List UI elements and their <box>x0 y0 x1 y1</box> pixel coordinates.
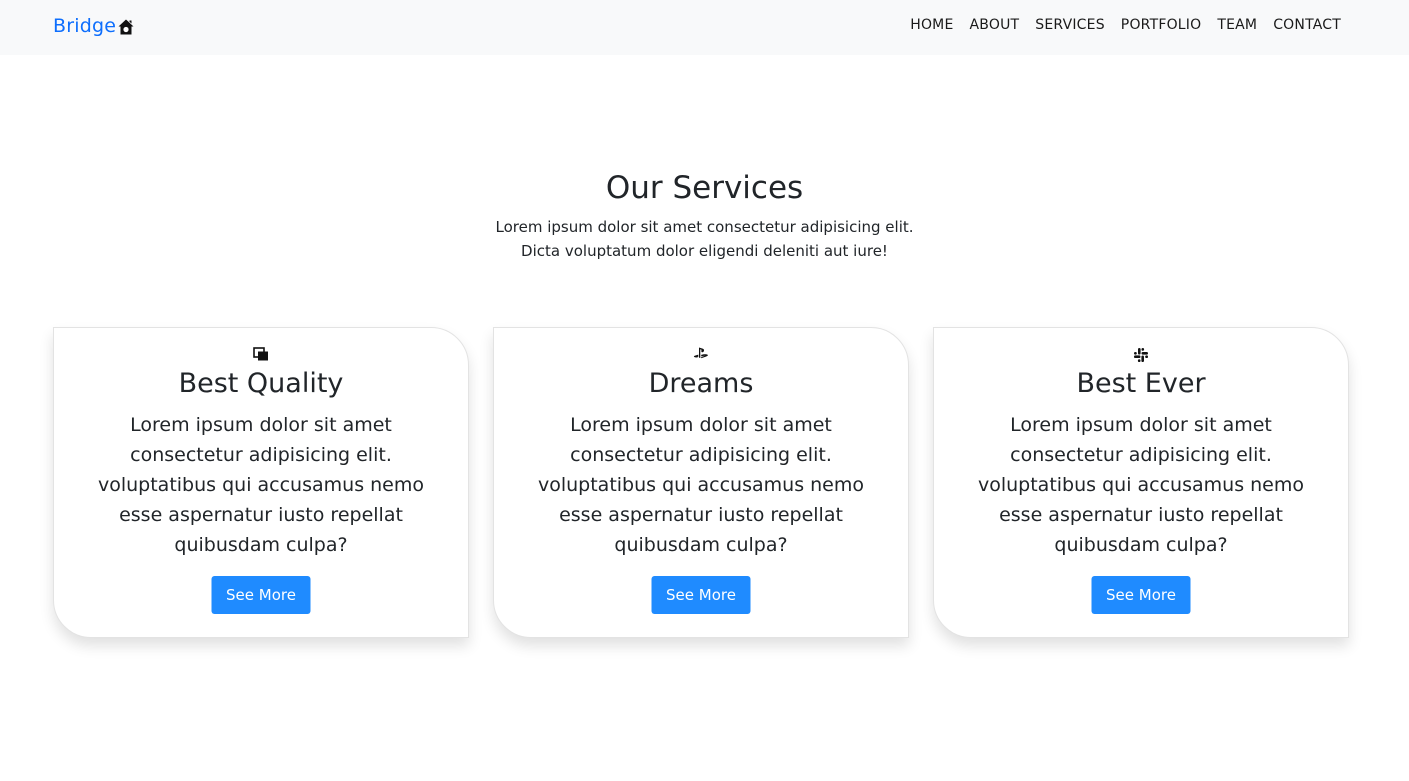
card-body-line: consectetur adipisicing elit. <box>130 444 392 466</box>
card-body-line: consectetur adipisicing elit. <box>570 444 832 466</box>
see-more-button[interactable]: See More <box>211 576 311 614</box>
brand-name: Bridge <box>53 15 117 37</box>
card-body-line: voluptatibus qui accusamus nemo <box>97 474 424 496</box>
card-body: Lorem ipsum dolor sit amet consectetur a… <box>956 410 1326 560</box>
navbar: Bridge HOME ABOUT SERVICES PORTFOLIO TEA… <box>0 0 1409 55</box>
card-title: Best Quality <box>178 368 344 399</box>
house-icon <box>117 18 135 36</box>
playstation-icon <box>494 347 908 363</box>
card-title: Dreams <box>648 368 754 399</box>
service-card-dreams: Dreams Lorem ipsum dolor sit amet consec… <box>493 327 909 638</box>
slack-icon <box>934 347 1348 363</box>
section-title: Our Services <box>605 170 804 206</box>
card-body-line: Lorem ipsum dolor sit amet <box>130 414 392 436</box>
nav-link-about[interactable]: ABOUT <box>970 17 1020 33</box>
nav-link-services[interactable]: SERVICES <box>1035 17 1105 33</box>
card-body-line: esse aspernatur iusto repellat <box>119 504 403 526</box>
subtitle-line: Lorem ipsum dolor sit amet consectetur a… <box>495 218 914 236</box>
card-body: Lorem ipsum dolor sit amet consectetur a… <box>76 410 446 560</box>
card-body-line: esse aspernatur iusto repellat <box>999 504 1283 526</box>
service-card-best-quality: Best Quality Lorem ipsum dolor sit amet … <box>53 327 469 638</box>
card-body-line: Lorem ipsum dolor sit amet <box>1010 414 1272 436</box>
card-body-line: quibusdam culpa? <box>1054 534 1228 556</box>
nav-link-contact[interactable]: CONTACT <box>1273 17 1341 33</box>
card-body-line: voluptatibus qui accusamus nemo <box>537 474 864 496</box>
nav-link-team[interactable]: TEAM <box>1217 17 1257 33</box>
section-subtitle: Lorem ipsum dolor sit amet consectetur a… <box>0 215 1409 263</box>
card-body-line: quibusdam culpa? <box>614 534 788 556</box>
card-body-line: quibusdam culpa? <box>174 534 348 556</box>
nav-link-portfolio[interactable]: PORTFOLIO <box>1121 17 1202 33</box>
nav-links: HOME ABOUT SERVICES PORTFOLIO TEAM CONTA… <box>910 17 1341 33</box>
card-body: Lorem ipsum dolor sit amet consectetur a… <box>516 410 886 560</box>
see-more-button[interactable]: See More <box>1091 576 1191 614</box>
see-more-button[interactable]: See More <box>651 576 751 614</box>
nav-link-home[interactable]: HOME <box>910 17 953 33</box>
card-title: Best Ever <box>1076 368 1206 399</box>
card-body-line: voluptatibus qui accusamus nemo <box>977 474 1304 496</box>
copy-squares-icon <box>54 347 468 363</box>
service-card-best-ever: Best Ever Lorem ipsum dolor sit amet con… <box>933 327 1349 638</box>
subtitle-line: Dicta voluptatum dolor eligendi deleniti… <box>521 242 888 260</box>
card-body-line: esse aspernatur iusto repellat <box>559 504 843 526</box>
brand-logo[interactable]: Bridge <box>53 15 135 37</box>
card-body-line: Lorem ipsum dolor sit amet <box>570 414 832 436</box>
card-body-line: consectetur adipisicing elit. <box>1010 444 1272 466</box>
